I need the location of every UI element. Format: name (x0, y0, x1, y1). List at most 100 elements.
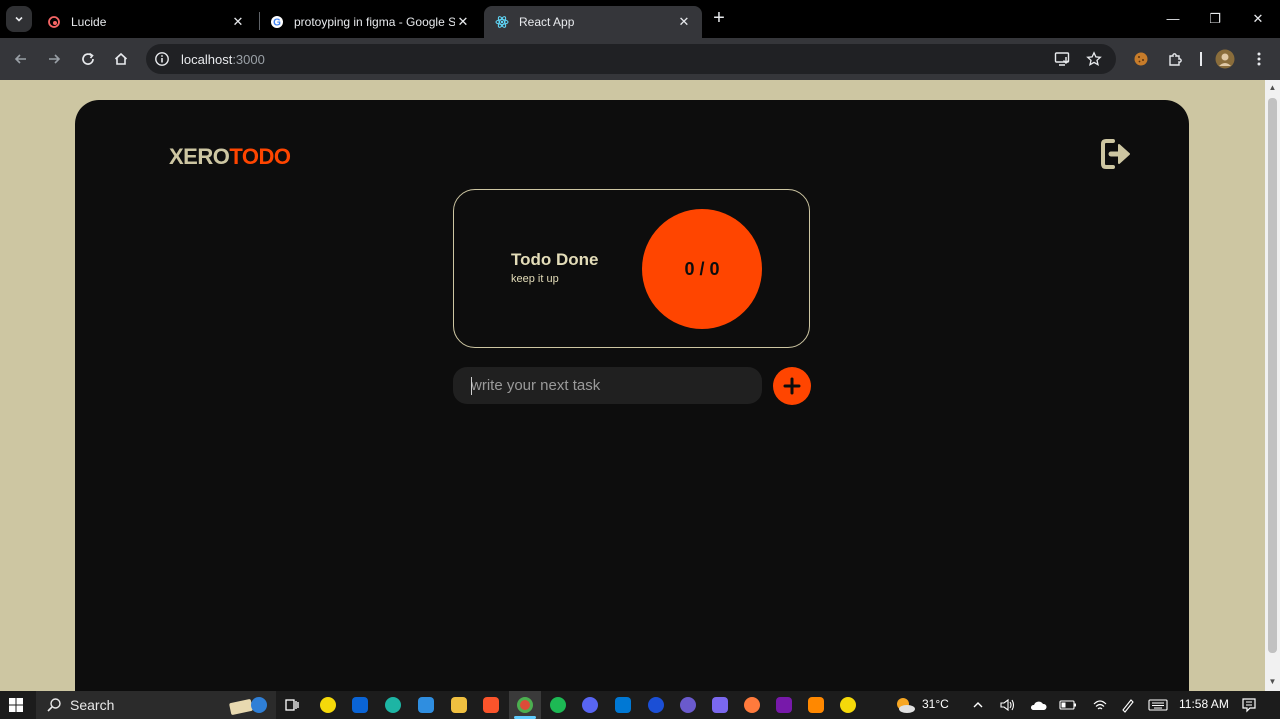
weather-icon[interactable] (894, 695, 916, 715)
task-input[interactable] (453, 367, 762, 404)
back-button[interactable] (9, 47, 33, 71)
extensions-button[interactable] (1163, 47, 1187, 71)
profile-avatar[interactable] (1213, 47, 1237, 71)
home-icon (114, 52, 128, 65)
tab-title: Lucide (71, 15, 107, 29)
tab-lucide[interactable]: Lucide ✕ (36, 6, 256, 38)
card-title: Todo Done (511, 250, 599, 269)
search-label: Search (70, 697, 115, 713)
vscode-icon[interactable] (615, 697, 631, 713)
windows-logo-icon (9, 698, 23, 712)
tab-strip: Lucide ✕ G protoyping in figma - Google … (0, 0, 1280, 38)
vlc-icon[interactable] (808, 697, 824, 713)
edge-icon[interactable] (385, 697, 401, 713)
wifi-icon[interactable] (1090, 695, 1110, 715)
app-container: XEROTODO Todo Done keep it up 0 / 0 (75, 100, 1189, 691)
card-subtitle: keep it up (511, 273, 559, 285)
onenote-icon[interactable] (776, 697, 792, 713)
url-port: :3000 (232, 52, 265, 67)
arrow-left-icon (14, 54, 26, 64)
tray-chevron-up-icon[interactable] (968, 695, 988, 715)
file-explorer-icon[interactable] (451, 697, 467, 713)
cookie-icon (1134, 52, 1148, 66)
close-icon[interactable]: ✕ (230, 14, 246, 30)
mail-icon[interactable] (418, 697, 434, 713)
tab-figma-search[interactable]: G protoyping in figma - Google S ✕ (259, 6, 481, 38)
app-logo[interactable]: XEROTODO (169, 144, 291, 170)
browser-toolbar: localhost:3000 (0, 38, 1280, 80)
taskbar-search[interactable]: Search (36, 691, 276, 719)
keyboard-icon[interactable] (1148, 695, 1168, 715)
app-icon-orange[interactable] (744, 697, 760, 713)
text-caret (471, 377, 472, 395)
progress-card: Todo Done keep it up 0 / 0 (453, 189, 810, 348)
search-icon (47, 698, 61, 712)
lucide-icon (46, 14, 62, 30)
logo-xero: XERO (169, 144, 230, 169)
tab-title: React App (519, 15, 575, 29)
progress-count: 0 / 0 (684, 258, 720, 279)
zoom-icon[interactable] (648, 697, 664, 713)
chevron-down-icon (15, 16, 23, 22)
pen-icon[interactable] (1118, 695, 1138, 715)
address-bar[interactable]: localhost:3000 (146, 44, 1116, 74)
snapchat-icon[interactable] (320, 697, 336, 713)
windows-taskbar: Search 31°C 11:58 AM (0, 691, 1280, 719)
restore-button[interactable]: ❐ (1204, 8, 1226, 30)
info-icon[interactable] (154, 51, 170, 67)
add-task-button[interactable] (773, 367, 811, 405)
app-icon-purple[interactable] (680, 697, 696, 713)
notifications-icon[interactable] (1239, 695, 1259, 715)
reload-icon (82, 52, 94, 65)
app-icon-triangle[interactable] (712, 697, 728, 713)
logout-icon[interactable] (1099, 136, 1135, 172)
puzzle-icon (1169, 53, 1182, 66)
page-scrollbar[interactable]: ▲ ▼ (1265, 80, 1280, 691)
chrome-icon[interactable] (517, 697, 533, 713)
react-icon (494, 14, 510, 30)
google-icon: G (269, 14, 285, 30)
arrow-right-icon (49, 54, 61, 64)
clock-time[interactable]: 11:58 AM (1179, 697, 1229, 711)
close-window-button[interactable]: ✕ (1247, 8, 1269, 30)
search-highlight-icon (229, 697, 267, 715)
page-viewport: XEROTODO Todo Done keep it up 0 / 0 (0, 80, 1265, 691)
more-vertical-icon (1257, 52, 1261, 66)
microsoft-store-icon[interactable] (352, 697, 368, 713)
battery-icon[interactable] (1058, 695, 1078, 715)
install-app-icon[interactable] (1054, 51, 1071, 67)
snapchat-icon[interactable] (840, 697, 856, 713)
close-icon[interactable]: ✕ (455, 14, 471, 30)
scroll-down-arrow-icon[interactable]: ▼ (1268, 677, 1277, 687)
task-view-icon[interactable] (282, 695, 302, 715)
volume-icon[interactable] (997, 695, 1017, 715)
brave-icon[interactable] (483, 697, 499, 713)
url-text: localhost:3000 (181, 52, 265, 67)
tab-search-menu-button[interactable] (6, 6, 32, 32)
onedrive-icon[interactable] (1028, 695, 1048, 715)
logo-todo: TODO (229, 144, 291, 169)
start-button[interactable] (6, 695, 26, 715)
close-icon[interactable]: ✕ (676, 14, 692, 30)
minimize-button[interactable]: — (1162, 8, 1184, 30)
discord-icon[interactable] (582, 697, 598, 713)
home-button[interactable] (109, 47, 133, 71)
plus-icon (783, 377, 801, 395)
tab-title: protoyping in figma - Google S (294, 15, 455, 29)
progress-circle: 0 / 0 (642, 209, 762, 329)
spotify-icon[interactable] (550, 697, 566, 713)
cookie-extension-button[interactable] (1129, 47, 1153, 71)
browser-menu-button[interactable] (1247, 47, 1271, 71)
scroll-up-arrow-icon[interactable]: ▲ (1268, 83, 1277, 93)
tab-react-app[interactable]: React App ✕ (484, 6, 702, 38)
bookmark-star-icon[interactable] (1086, 51, 1102, 67)
forward-button[interactable] (42, 47, 66, 71)
new-tab-button[interactable]: + (708, 8, 730, 30)
svg-text:G: G (273, 18, 281, 29)
avatar-icon (1215, 49, 1235, 69)
url-host: localhost (181, 52, 233, 67)
temperature: 31°C (922, 697, 949, 711)
reload-button[interactable] (76, 47, 100, 71)
scroll-thumb[interactable] (1268, 98, 1277, 653)
toolbar-divider (1200, 52, 1202, 66)
